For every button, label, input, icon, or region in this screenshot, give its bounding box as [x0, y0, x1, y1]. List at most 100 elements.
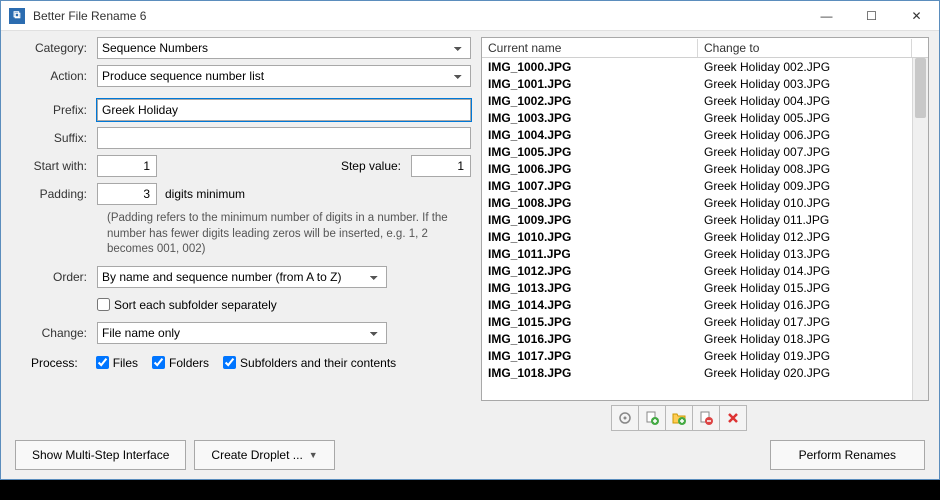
change-to-cell: Greek Holiday 014.JPG [698, 264, 928, 278]
current-name-cell: IMG_1005.JPG [482, 145, 698, 159]
change-to-cell: Greek Holiday 017.JPG [698, 315, 928, 329]
change-to-cell: Greek Holiday 013.JPG [698, 247, 928, 261]
file-row[interactable]: IMG_1002.JPGGreek Holiday 004.JPG [482, 92, 928, 109]
sort-subfolder-label: Sort each subfolder separately [114, 298, 277, 312]
startwith-input[interactable] [97, 155, 157, 177]
remove-file-button[interactable] [692, 405, 720, 431]
order-select[interactable]: By name and sequence number (from A to Z… [97, 266, 387, 288]
padding-help: (Padding refers to the minimum number of… [107, 211, 471, 258]
app-icon: ⧉ [9, 8, 25, 24]
window-title: Better File Rename 6 [33, 9, 804, 23]
category-label: Category: [11, 41, 97, 55]
file-toolbar [611, 405, 929, 431]
change-to-cell: Greek Holiday 002.JPG [698, 60, 928, 74]
perform-renames-button[interactable]: Perform Renames [770, 440, 925, 470]
change-to-cell: Greek Holiday 004.JPG [698, 94, 928, 108]
current-name-cell: IMG_1007.JPG [482, 179, 698, 193]
change-to-cell: Greek Holiday 010.JPG [698, 196, 928, 210]
file-list-body[interactable]: IMG_1000.JPGGreek Holiday 002.JPGIMG_100… [482, 58, 928, 400]
change-label: Change: [11, 326, 97, 340]
category-select[interactable]: Sequence Numbers [97, 37, 471, 59]
change-to-cell: Greek Holiday 012.JPG [698, 230, 928, 244]
process-folders[interactable]: Folders [152, 356, 209, 370]
file-row[interactable]: IMG_1016.JPGGreek Holiday 018.JPG [482, 330, 928, 347]
file-row[interactable]: IMG_1006.JPGGreek Holiday 008.JPG [482, 160, 928, 177]
current-name-cell: IMG_1004.JPG [482, 128, 698, 142]
app-window: ⧉ Better File Rename 6 — ☐ ✕ Category: S… [0, 0, 940, 480]
minimize-button[interactable]: — [804, 1, 849, 30]
add-file-button[interactable] [638, 405, 666, 431]
file-row[interactable]: IMG_1014.JPGGreek Holiday 016.JPG [482, 296, 928, 313]
file-row[interactable]: IMG_1008.JPGGreek Holiday 010.JPG [482, 194, 928, 211]
sort-subfolder-checkbox[interactable] [97, 298, 110, 311]
col-change-to[interactable]: Change to [698, 39, 912, 57]
current-name-cell: IMG_1008.JPG [482, 196, 698, 210]
action-select[interactable]: Produce sequence number list [97, 65, 471, 87]
file-row[interactable]: IMG_1005.JPGGreek Holiday 007.JPG [482, 143, 928, 160]
clear-button[interactable] [719, 405, 747, 431]
settings-button[interactable] [611, 405, 639, 431]
scrollbar[interactable] [912, 58, 928, 400]
close-button[interactable]: ✕ [894, 1, 939, 30]
file-row[interactable]: IMG_1009.JPGGreek Holiday 011.JPG [482, 211, 928, 228]
padding-input[interactable] [97, 183, 157, 205]
current-name-cell: IMG_1018.JPG [482, 366, 698, 380]
padding-label: Padding: [11, 187, 97, 201]
file-row[interactable]: IMG_1003.JPGGreek Holiday 005.JPG [482, 109, 928, 126]
subfolders-checkbox[interactable] [223, 356, 236, 369]
startwith-label: Start with: [11, 159, 97, 173]
change-to-cell: Greek Holiday 006.JPG [698, 128, 928, 142]
prefix-input[interactable] [97, 99, 471, 121]
suffix-label: Suffix: [11, 131, 97, 145]
show-multistep-button[interactable]: Show Multi-Step Interface [15, 440, 186, 470]
bottom-bar: Show Multi-Step Interface Create Droplet… [1, 431, 939, 479]
current-name-cell: IMG_1000.JPG [482, 60, 698, 74]
col-current-name[interactable]: Current name [482, 39, 698, 57]
file-row[interactable]: IMG_1013.JPGGreek Holiday 015.JPG [482, 279, 928, 296]
process-label: Process: [31, 356, 78, 370]
digits-min-label: digits minimum [165, 187, 245, 201]
folders-checkbox[interactable] [152, 356, 165, 369]
scrollbar-thumb[interactable] [915, 58, 926, 118]
file-row[interactable]: IMG_1011.JPGGreek Holiday 013.JPG [482, 245, 928, 262]
current-name-cell: IMG_1014.JPG [482, 298, 698, 312]
change-to-cell: Greek Holiday 008.JPG [698, 162, 928, 176]
file-row[interactable]: IMG_1007.JPGGreek Holiday 009.JPG [482, 177, 928, 194]
current-name-cell: IMG_1012.JPG [482, 264, 698, 278]
file-row[interactable]: IMG_1000.JPGGreek Holiday 002.JPG [482, 58, 928, 75]
current-name-cell: IMG_1009.JPG [482, 213, 698, 227]
process-files[interactable]: Files [96, 356, 138, 370]
action-label: Action: [11, 69, 97, 83]
change-to-cell: Greek Holiday 009.JPG [698, 179, 928, 193]
file-list: Current name Change to IMG_1000.JPGGreek… [481, 37, 929, 401]
change-to-cell: Greek Holiday 003.JPG [698, 77, 928, 91]
file-row[interactable]: IMG_1001.JPGGreek Holiday 003.JPG [482, 75, 928, 92]
change-to-cell: Greek Holiday 011.JPG [698, 213, 928, 227]
file-row[interactable]: IMG_1017.JPGGreek Holiday 019.JPG [482, 347, 928, 364]
change-to-cell: Greek Holiday 016.JPG [698, 298, 928, 312]
process-subfolders[interactable]: Subfolders and their contents [223, 356, 396, 370]
suffix-input[interactable] [97, 127, 471, 149]
current-name-cell: IMG_1003.JPG [482, 111, 698, 125]
change-to-cell: Greek Holiday 007.JPG [698, 145, 928, 159]
stepvalue-label: Step value: [157, 159, 411, 173]
current-name-cell: IMG_1017.JPG [482, 349, 698, 363]
content-area: Category: Sequence Numbers Action: Produ… [1, 31, 939, 431]
current-name-cell: IMG_1010.JPG [482, 230, 698, 244]
chevron-down-icon: ▼ [309, 450, 318, 460]
change-select[interactable]: File name only [97, 322, 387, 344]
current-name-cell: IMG_1015.JPG [482, 315, 698, 329]
file-row[interactable]: IMG_1010.JPGGreek Holiday 012.JPG [482, 228, 928, 245]
file-row[interactable]: IMG_1004.JPGGreek Holiday 006.JPG [482, 126, 928, 143]
current-name-cell: IMG_1002.JPG [482, 94, 698, 108]
sort-subfolder-row[interactable]: Sort each subfolder separately [97, 298, 277, 312]
file-row[interactable]: IMG_1015.JPGGreek Holiday 017.JPG [482, 313, 928, 330]
current-name-cell: IMG_1006.JPG [482, 162, 698, 176]
file-row[interactable]: IMG_1018.JPGGreek Holiday 020.JPG [482, 364, 928, 381]
add-folder-button[interactable] [665, 405, 693, 431]
maximize-button[interactable]: ☐ [849, 1, 894, 30]
stepvalue-input[interactable] [411, 155, 471, 177]
file-row[interactable]: IMG_1012.JPGGreek Holiday 014.JPG [482, 262, 928, 279]
create-droplet-button[interactable]: Create Droplet ...▼ [194, 440, 334, 470]
files-checkbox[interactable] [96, 356, 109, 369]
